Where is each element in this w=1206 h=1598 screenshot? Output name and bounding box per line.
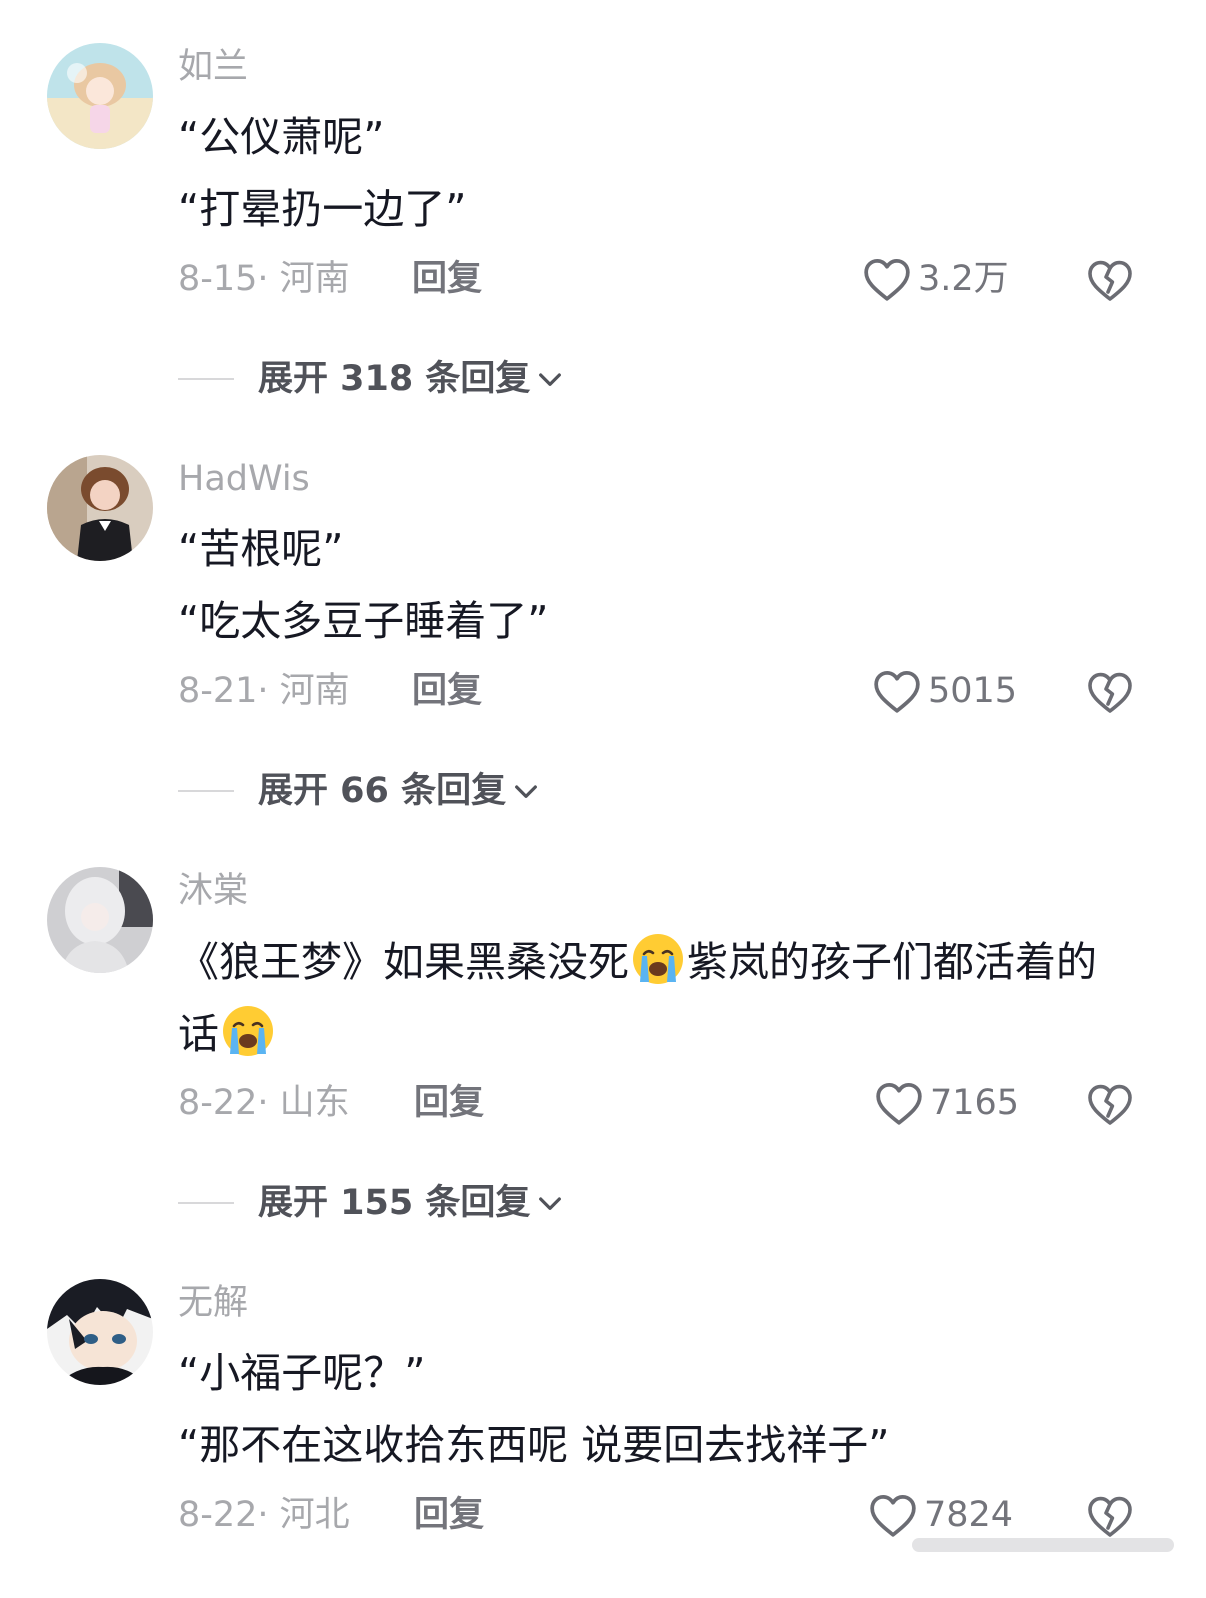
comment-text-line: “打晕扔一边了”: [178, 185, 467, 233]
reply-button[interactable]: 回复: [412, 258, 482, 300]
divider: [178, 378, 234, 380]
date-location: 8-22· 山东: [178, 1083, 350, 1123]
avatar[interactable]: [47, 867, 153, 973]
loudly-crying-face-emoji: [633, 934, 683, 984]
avatar[interactable]: [47, 43, 153, 149]
like-count: 7824: [924, 1495, 1014, 1535]
chevron-down-icon: [539, 373, 562, 386]
username[interactable]: 无解: [178, 1282, 248, 1324]
date-location: 8-22· 河北: [178, 1495, 350, 1535]
like-button[interactable]: 7824: [868, 1490, 1013, 1540]
home-indicator[interactable]: [912, 1538, 1174, 1552]
heart-outline-icon: [870, 1495, 916, 1537]
comment-text-line: “那不在这收拾东西呢 说要回去找祥子”: [178, 1421, 890, 1469]
reply-button[interactable]: 回复: [414, 1082, 484, 1124]
expand-replies-label: 展开 155 条回复: [258, 1183, 531, 1223]
username[interactable]: 沐棠: [178, 870, 248, 912]
heart-outline-icon: [876, 1083, 922, 1125]
username[interactable]: 如兰: [178, 46, 248, 88]
expand-replies-button[interactable]: 展开 318 条回复: [178, 358, 566, 400]
broken-heart-icon[interactable]: [1086, 668, 1134, 716]
expand-replies-button[interactable]: 展开 155 条回复: [178, 1182, 566, 1224]
broken-heart-icon[interactable]: [1086, 1080, 1134, 1128]
date-location: 8-15· 河南: [178, 259, 350, 299]
comment-text: 《狼王梦》如果黑桑没死 紫岚的孩子们都活着的话: [178, 926, 1128, 1070]
reply-button[interactable]: 回复: [412, 670, 482, 712]
heart-outline-icon: [874, 671, 920, 713]
avatar[interactable]: [47, 1279, 153, 1385]
comment-text-line: “公仪萧呢”: [178, 113, 385, 161]
comment-text-line: “苦根呢”: [178, 525, 344, 573]
chevron-down-icon: [539, 1197, 562, 1210]
like-button[interactable]: 3.2万: [862, 254, 1009, 304]
loudly-crying-face-emoji: [223, 1006, 273, 1056]
like-count: 3.2万: [918, 259, 1009, 299]
comment-text-part: 《狼王梦》如果黑桑没死: [178, 938, 629, 986]
expand-replies-button[interactable]: 展开 66 条回复: [178, 770, 542, 812]
expand-replies-label: 展开 66 条回复: [258, 771, 507, 811]
divider: [178, 790, 234, 792]
like-button[interactable]: 5015: [872, 666, 1017, 716]
comment-text-line: “吃太多豆子睡着了”: [178, 597, 549, 645]
expand-replies-label: 展开 318 条回复: [258, 359, 531, 399]
comment-text-line: “小福子呢？”: [178, 1349, 426, 1397]
like-button[interactable]: 7165: [874, 1078, 1019, 1128]
username[interactable]: HadWis: [178, 458, 310, 500]
like-count: 7165: [930, 1083, 1020, 1123]
date-location: 8-21· 河南: [178, 671, 350, 711]
avatar[interactable]: [47, 455, 153, 561]
reply-button[interactable]: 回复: [414, 1494, 484, 1536]
heart-outline-icon: [864, 259, 910, 301]
divider: [178, 1202, 234, 1204]
chevron-down-icon: [515, 785, 538, 798]
like-count: 5015: [928, 671, 1018, 711]
broken-heart-icon[interactable]: [1086, 1492, 1134, 1540]
broken-heart-icon[interactable]: [1086, 256, 1134, 304]
